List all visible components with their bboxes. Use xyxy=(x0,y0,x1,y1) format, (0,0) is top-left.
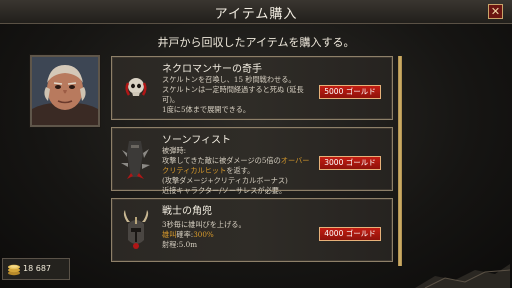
skull-hand-icon xyxy=(125,78,147,96)
ornament-decoration xyxy=(415,264,510,288)
desc-line: スケルトンを召喚し、15 秒間戦わせる。 xyxy=(162,75,296,84)
title-bar: アイテム購入 ✕ xyxy=(0,0,512,24)
desc-text: 攻撃してきた敵に被ダメージの5倍の xyxy=(162,156,281,165)
gold-counter: 18 687 xyxy=(2,258,70,280)
buy-button[interactable]: 4000 ゴールド xyxy=(319,227,381,241)
buy-button[interactable]: 5000 ゴールド xyxy=(319,85,381,99)
desc-line: 雄叫確率:300% xyxy=(162,230,320,240)
desc-highlight: オーバー xyxy=(280,156,310,165)
item-list[interactable]: ネクロマンサーの奇手 スケルトンを召喚し、15 秒間戦わせる。 スケルトンは一定… xyxy=(111,56,403,266)
list-item: ソーンフィスト 被弾時: 攻撃してきた敵に被ダメージの5倍のオーバー クリティカ… xyxy=(111,127,393,195)
desc-text: 射程:5.0m xyxy=(162,240,198,249)
item-icon-box xyxy=(117,63,155,113)
desc-highlight: クリティカルヒット xyxy=(162,166,227,175)
item-icon-box xyxy=(117,134,155,184)
desc-text: 確率: xyxy=(176,230,194,239)
item-icon-box xyxy=(117,205,155,255)
item-description: 被弾時: 攻撃してきた敵に被ダメージの5倍のオーバー クリティカルヒットを返す。… xyxy=(162,146,320,196)
desc-line: 1度に5体まで展開できる。 xyxy=(162,105,251,114)
desc-line: 3秒毎に雄叫びを上げる。 xyxy=(162,220,246,229)
old-man-portrait-icon xyxy=(32,57,98,125)
close-button[interactable]: ✕ xyxy=(488,4,503,19)
item-name: ネクロマンサーの奇手 xyxy=(162,64,262,75)
item-description: スケルトンを召喚し、15 秒間戦わせる。 スケルトンは一定時間経過すると死ぬ (… xyxy=(162,75,320,115)
gold-amount: 18 687 xyxy=(23,264,51,273)
hero-portrait xyxy=(30,55,100,127)
desc-line: 可)。 xyxy=(162,95,180,104)
desc-line: 攻撃してきた敵に被ダメージの5倍のオーバー xyxy=(162,156,320,166)
item-name: 戦士の角兜 xyxy=(162,206,212,217)
desc-text: を返す。 xyxy=(226,166,255,175)
buy-button[interactable]: 3000 ゴールド xyxy=(319,156,381,170)
window-title: アイテム購入 xyxy=(214,7,298,22)
desc-line: クリティカルヒットを返す。 xyxy=(162,166,320,176)
list-item: 戦士の角兜 3秒毎に雄叫びを上げる。 雄叫確率:300% 射程:5.0m 400… xyxy=(111,198,393,262)
desc-line: 被弾時: xyxy=(162,146,186,155)
desc-line: 射程:5.0m xyxy=(162,240,320,250)
desc-highlight: 300% xyxy=(193,230,214,239)
item-description: 3秒毎に雄叫びを上げる。 雄叫確率:300% 射程:5.0m xyxy=(162,220,320,250)
scrollbar[interactable] xyxy=(398,56,402,266)
gold-coins-icon xyxy=(8,264,20,276)
desc-line: (攻撃ダメージ+クリティカルボーナス) xyxy=(162,176,288,185)
item-name: ソーンフィスト xyxy=(162,135,231,146)
subtitle: 井戸から回収したアイテムを購入する。 xyxy=(157,36,355,49)
horned-helmet-icon xyxy=(123,210,149,249)
spiked-gauntlet-icon xyxy=(121,141,150,179)
desc-line: スケルトンは一定時間経過すると死ぬ (延長 xyxy=(162,85,304,94)
desc-line: 近接キャラクター/ソーサレスが必要。 xyxy=(162,186,287,195)
desc-highlight: 雄叫 xyxy=(162,230,177,239)
scrollbar-thumb[interactable] xyxy=(398,56,402,266)
list-item: ネクロマンサーの奇手 スケルトンを召喚し、15 秒間戦わせる。 スケルトンは一定… xyxy=(111,56,393,120)
